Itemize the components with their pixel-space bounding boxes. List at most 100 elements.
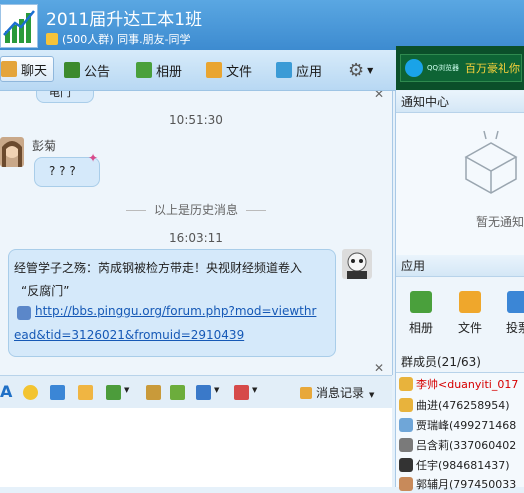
member-avatar-icon [399,458,413,472]
screenshot-icon[interactable] [196,385,211,400]
list-item[interactable]: 吕含莉(337060402 [399,436,516,454]
clock-icon [300,387,312,399]
ad-small-text: QQ浏览器 [427,64,460,72]
message-text: ? ? ? [49,164,76,178]
message-timestamp: 16:03:11 [169,231,223,245]
group-avatar[interactable] [0,4,38,48]
member-name: 李帅<duanyiti_017 [416,378,519,391]
message-text: “反腐门” [21,284,70,298]
member-avatar-icon [399,398,413,412]
list-item[interactable]: 任宇(984681437) [399,456,510,474]
ad-text: 百万豪礼你 [465,62,521,75]
chevron-down-icon: ▼ [369,391,375,399]
tab-apps-label: 应用 [296,64,323,80]
browser-logo-icon [405,59,423,77]
title-bar: 2011届升达工本1班 (500人群) 同事.朋友-同学 [0,0,524,50]
link-safe-icon [17,306,31,320]
tab-chat-label: 聊天 [21,63,48,79]
tab-notice[interactable]: 公告 [64,58,110,82]
chat-history[interactable]: 电门 ✕ 10:51:30 彭菊 ? ? ? ✦ 以上是历史消息 16:03:1… [0,91,393,375]
tab-notice-label: 公告 [84,64,111,80]
sender-name: 彭菊 [32,139,57,153]
message-link[interactable]: ead&tid=3126021&fromuid=2910439 [14,328,244,342]
member-avatar-icon [399,477,413,491]
member-name: 任宇(984681437) [416,459,510,472]
collapse-icon[interactable]: ✕ [374,361,384,375]
message-history-button[interactable]: 消息记录 ▼ [300,384,374,401]
member-name: 吕含莉(337060402 [416,439,517,452]
album-icon [136,62,152,78]
member-avatar-icon [399,438,413,452]
message-timestamp: 10:51:30 [169,113,223,127]
tab-chat[interactable]: 聊天 [0,56,55,82]
tab-files-label: 文件 [226,64,253,80]
chevron-down-icon: ▼ [367,65,374,75]
member-name: 郭辅月(797450033 [416,478,517,491]
app-files[interactable]: 文件 [450,291,490,336]
list-item[interactable]: 李帅<duanyiti_017 [399,375,518,393]
ad-banner[interactable]: QQ浏览器 百万豪礼你 [396,46,524,90]
tab-apps[interactable]: 应用 [276,58,322,82]
group-badge-icon [46,33,58,45]
message-text: 电门 [49,91,71,99]
message-bubble: 电门 [36,91,94,103]
tab-files[interactable]: 文件 [206,58,252,82]
group-info: (500人群) 同事.朋友-同学 [62,33,191,46]
font-icon[interactable]: A [0,382,12,401]
app-vote[interactable]: 投票 [498,291,524,336]
message-link[interactable]: http://bbs.pinggu.org/forum.php?mod=view… [35,304,316,318]
input-toolbar: A ▼ ▼ ▼ 消息记录 ▼ [0,375,392,408]
app-album-label: 相册 [408,321,433,335]
message-bubble: 经管学子之殇：芮成钢被检方带走！央视财经频道卷入 “反腐门” http://bb… [8,249,336,357]
main-toolbar: 聊天 公告 相册 文件 应用 ⚙ ▼ [0,50,396,91]
member-name: 贾瑞峰(499271468 [416,419,517,432]
app-album[interactable]: 相册 [401,291,441,336]
album-icon [410,291,432,313]
tab-album[interactable]: 相册 [136,58,182,82]
message-input[interactable] [0,408,392,487]
list-item[interactable]: 贾瑞峰(499271468 [399,416,516,434]
message-text: 经管学子之殇：芮成钢被检方带走！央视财经频道卷入 [14,261,303,275]
app-files-label: 文件 [457,321,482,335]
apps-title: 应用 [396,255,524,277]
members-title: 群成员(21/63) [396,351,524,373]
megaphone-icon [64,62,80,78]
apps-grid-icon [276,62,292,78]
emoji-icon[interactable] [23,385,38,400]
list-item[interactable]: 曲进(476258954) [399,396,510,414]
notice-center-title: 通知中心 [396,91,524,113]
member-avatar-icon [399,418,413,432]
music-icon[interactable] [170,385,185,400]
group-title: 2011届升达工本1班 [46,10,203,30]
chat-icon [1,61,17,77]
ad-content: QQ浏览器 百万豪礼你 [400,54,522,82]
scribble-icon[interactable] [78,385,93,400]
folder-icon [459,291,481,313]
group-subtitle: (500人群) 同事.朋友-同学 [46,31,191,47]
settings-button[interactable]: ⚙ ▼ [348,58,373,82]
member-name: 曲进(476258954) [416,399,510,412]
notice-empty-text: 暂无通知 [476,215,524,229]
history-label: 消息记录 [316,386,365,400]
app-icon[interactable] [234,385,249,400]
member-avatar-icon [399,377,413,391]
history-separator: 以上是历史消息 [0,201,392,218]
avatar[interactable] [0,137,24,167]
gift-icon[interactable] [146,385,161,400]
apps-list: 相册 文件 投票 [396,277,524,351]
image-icon[interactable] [106,385,121,400]
folder-icon [206,62,222,78]
bubble-decoration-icon: ✦ [88,151,99,165]
chevron-down-icon[interactable]: ▼ [214,386,219,394]
shake-icon[interactable] [50,385,65,400]
empty-inbox-icon [464,130,518,194]
chevron-down-icon[interactable]: ▼ [124,386,129,394]
gear-icon: ⚙ [348,59,365,81]
chevron-down-icon[interactable]: ▼ [252,386,257,394]
avatar[interactable] [342,249,372,279]
app-vote-label: 投票 [505,321,524,335]
right-panel: 通知中心 暂无通知 应用 相册 文件 投票 群成员(21/63) 李帅<duan… [395,91,524,491]
tab-album-label: 相册 [156,64,183,80]
list-item[interactable]: 郭辅月(797450033 [399,475,516,493]
collapse-icon[interactable]: ✕ [374,91,384,101]
